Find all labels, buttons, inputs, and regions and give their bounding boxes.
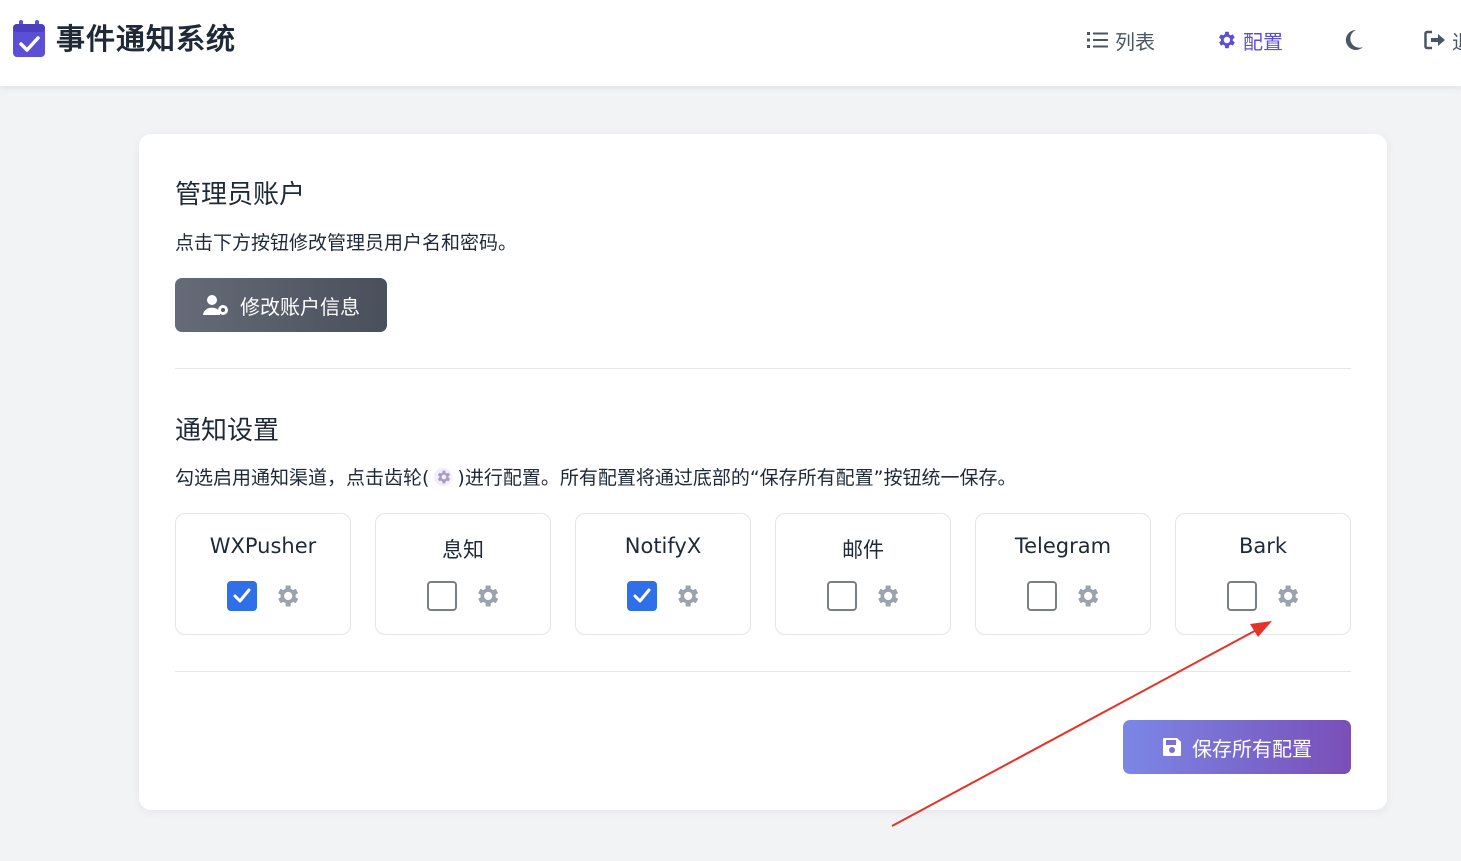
list-icon: [1087, 32, 1108, 48]
nav-logout-label: 退: [1452, 26, 1461, 55]
floppy-disk-icon: [1163, 738, 1181, 756]
channel-card-telegram: Telegram: [975, 513, 1151, 635]
checkmark-icon: [233, 588, 251, 603]
gear-icon[interactable]: [473, 582, 501, 610]
nav-list-link[interactable]: 列表: [1087, 26, 1155, 54]
moon-icon: [1345, 29, 1363, 50]
channel-checkbox-wxpusher[interactable]: [227, 581, 257, 611]
section-divider: [175, 368, 1351, 369]
settings-card: 管理员账户 点击下方按钮修改管理员用户名和密码。 修改账户信息 通知设置 勾选启…: [139, 134, 1387, 810]
channel-checkbox-telegram[interactable]: [1027, 581, 1057, 611]
save-all-label: 保存所有配置: [1192, 738, 1312, 761]
edit-account-button[interactable]: 修改账户信息: [175, 278, 387, 332]
nav-config-link[interactable]: 配置: [1215, 26, 1283, 54]
calendar-check-icon: [13, 20, 45, 57]
gear-icon[interactable]: [873, 582, 901, 610]
nav-config-label: 配置: [1243, 29, 1283, 54]
channel-name: WXPusher: [209, 534, 317, 558]
edit-account-label: 修改账户信息: [240, 296, 360, 319]
nav-list-label: 列表: [1115, 29, 1155, 54]
gear-icon[interactable]: [273, 582, 301, 610]
channel-card-email: 邮件: [775, 513, 951, 635]
channel-card-xizhi: 息知: [375, 513, 551, 635]
admin-section-description: 点击下方按钮修改管理员用户名和密码。: [175, 232, 518, 254]
theme-toggle-button[interactable]: [1344, 26, 1370, 54]
nav-logout-link[interactable]: 退: [1424, 26, 1461, 54]
section-divider: [175, 671, 1351, 672]
admin-section-title: 管理员账户: [175, 180, 306, 210]
channel-checkbox-notifyx[interactable]: [627, 581, 657, 611]
gear-icon[interactable]: [673, 582, 701, 610]
channel-name: Bark: [1238, 534, 1288, 558]
notify-desc-part2: )进行配置。所有配置将通过底部的“保存所有配置”按钮统一保存。: [457, 467, 1017, 489]
user-gear-icon: [203, 295, 228, 315]
channel-checkbox-xizhi[interactable]: [427, 581, 457, 611]
app-title: 事件通知系统: [56, 22, 237, 56]
channel-name: 息知: [442, 538, 484, 562]
notify-section-title: 通知设置: [175, 416, 280, 446]
top-navbar: 事件通知系统 列表 配置 退: [0, 0, 1461, 86]
brand[interactable]: 事件通知系统: [12, 20, 236, 58]
save-all-button[interactable]: 保存所有配置: [1123, 720, 1351, 774]
channel-card-wxpusher: WXPusher: [175, 513, 351, 635]
notify-desc-part1: 勾选启用通知渠道，点击齿轮(: [175, 467, 430, 489]
logout-icon: [1424, 30, 1445, 50]
gear-icon[interactable]: [1273, 582, 1301, 610]
gear-emoji-icon: [434, 467, 453, 486]
notify-section-description: 勾选启用通知渠道，点击齿轮( )进行配置。所有配置将通过底部的“保存所有配置”按…: [175, 463, 1017, 490]
channel-card-bark: Bark: [1175, 513, 1351, 635]
gear-icon: [1219, 31, 1235, 49]
channel-list: WXPusher 息知 NotifyX 邮件 Telegram Bark: [175, 513, 1351, 635]
channel-name: NotifyX: [624, 534, 702, 558]
channel-name: Telegram: [1014, 534, 1112, 558]
channel-checkbox-bark[interactable]: [1227, 581, 1257, 611]
channel-name: 邮件: [842, 538, 884, 562]
gear-icon[interactable]: [1073, 582, 1101, 610]
channel-checkbox-email[interactable]: [827, 581, 857, 611]
channel-card-notifyx: NotifyX: [575, 513, 751, 635]
checkmark-icon: [633, 588, 651, 603]
